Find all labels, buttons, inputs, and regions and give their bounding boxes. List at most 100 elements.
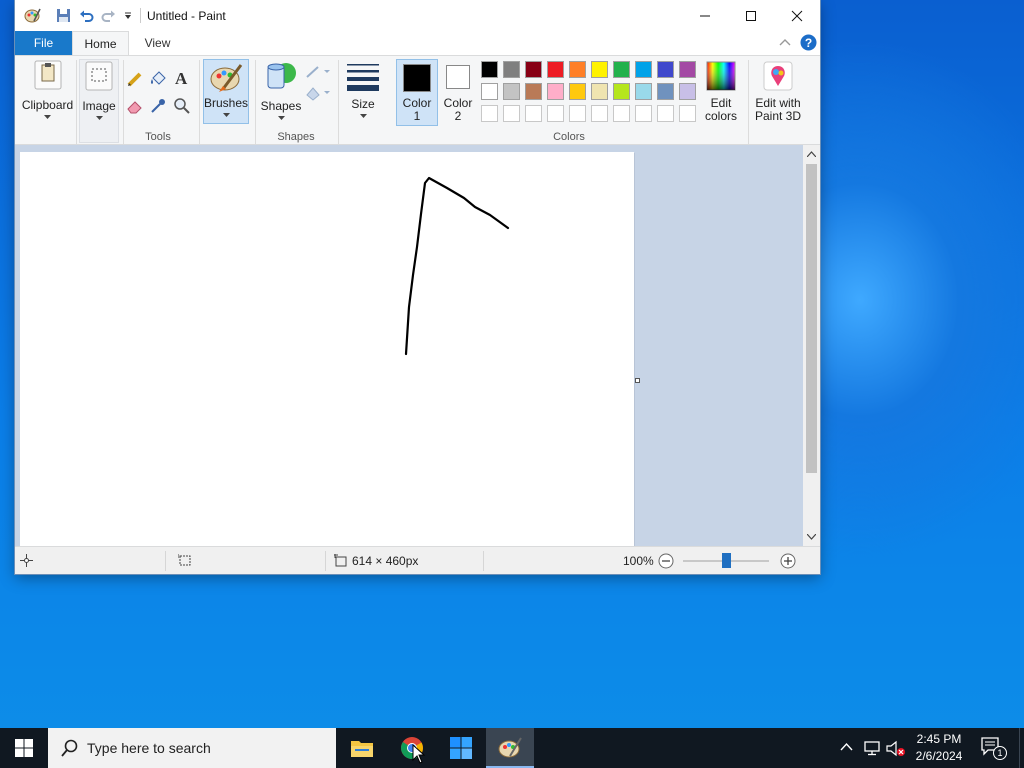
chevron-down-icon: [95, 116, 103, 120]
zoom-out-icon[interactable]: [658, 553, 674, 569]
custom-color-slot[interactable]: [657, 105, 674, 122]
palette-swatch[interactable]: [591, 83, 608, 100]
custom-color-slot[interactable]: [481, 105, 498, 122]
start-button[interactable]: [0, 728, 48, 768]
minimize-button[interactable]: [682, 0, 728, 31]
minimize-ribbon-icon[interactable]: [779, 36, 791, 50]
paint-app-icon[interactable]: [24, 7, 41, 24]
notification-count-badge: 1: [993, 746, 1007, 760]
size-button[interactable]: Size: [343, 62, 383, 119]
custom-color-slot[interactable]: [591, 105, 608, 122]
color2-button[interactable]: Color 2: [440, 63, 476, 123]
palette-swatch[interactable]: [503, 83, 520, 100]
clock-date[interactable]: 2/6/2024: [908, 749, 970, 763]
shapes-label: Shapes: [260, 99, 302, 113]
palette-swatch[interactable]: [569, 61, 586, 78]
custom-color-slot[interactable]: [635, 105, 652, 122]
palette-swatch[interactable]: [679, 83, 696, 100]
palette-swatch[interactable]: [503, 61, 520, 78]
palette-swatch[interactable]: [591, 61, 608, 78]
tab-file[interactable]: File: [15, 31, 72, 55]
magnifier-icon[interactable]: [173, 97, 191, 118]
scroll-up-icon[interactable]: [807, 151, 816, 157]
fill-bucket-icon[interactable]: [149, 70, 167, 91]
palette-swatch[interactable]: [657, 83, 674, 100]
custom-color-slot[interactable]: [613, 105, 630, 122]
zoom-in-icon[interactable]: [780, 553, 796, 569]
maximize-button[interactable]: [728, 0, 774, 31]
canvas-size-icon: [334, 554, 347, 567]
show-desktop-button[interactable]: [1019, 728, 1024, 768]
brushes-button[interactable]: Brushes: [203, 59, 249, 124]
custom-color-slot[interactable]: [503, 105, 520, 122]
edit-colors-button[interactable]: Edit colors: [701, 61, 741, 123]
network-icon[interactable]: [863, 740, 881, 756]
outline-icon[interactable]: [304, 64, 330, 83]
palette-swatch[interactable]: [635, 61, 652, 78]
edit-paint3d-label-2: Paint 3D: [754, 109, 802, 123]
zoom-slider-thumb[interactable]: [721, 553, 731, 568]
zoom-level: 100%: [623, 554, 654, 568]
image-button[interactable]: Image: [79, 59, 119, 143]
text-tool-icon[interactable]: A: [173, 69, 191, 90]
palette-swatch[interactable]: [525, 83, 542, 100]
volume-muted-icon[interactable]: [886, 740, 906, 757]
cursor-position-icon: [20, 554, 33, 567]
brush-icon: [210, 64, 243, 92]
custom-color-slot[interactable]: [525, 105, 542, 122]
taskbar-app-store[interactable]: [437, 728, 485, 768]
palette-swatch[interactable]: [547, 61, 564, 78]
color-picker-icon[interactable]: [149, 97, 167, 118]
taskbar-paint[interactable]: [486, 728, 534, 768]
customize-qat-icon[interactable]: [119, 7, 136, 24]
shapes-button[interactable]: Shapes: [259, 60, 303, 121]
color1-button[interactable]: Color 1: [396, 59, 438, 126]
scrollbar-thumb[interactable]: [806, 164, 817, 473]
taskbar-file-explorer[interactable]: [338, 728, 386, 768]
custom-color-slot[interactable]: [547, 105, 564, 122]
group-separator: [748, 60, 749, 144]
resize-handle[interactable]: [635, 378, 640, 383]
palette-swatch[interactable]: [613, 61, 630, 78]
fill-icon[interactable]: [304, 85, 330, 104]
palette-swatch[interactable]: [547, 83, 564, 100]
scroll-down-icon[interactable]: [807, 534, 816, 540]
palette-swatch[interactable]: [481, 61, 498, 78]
clipboard-button[interactable]: Clipboard: [21, 59, 74, 120]
size-icon: [347, 64, 379, 91]
chevron-down-icon: [359, 114, 367, 118]
custom-color-slot[interactable]: [569, 105, 586, 122]
eraser-icon[interactable]: [126, 97, 144, 118]
palette-swatch[interactable]: [481, 83, 498, 100]
brushes-label: Brushes: [203, 96, 249, 110]
group-separator: [199, 60, 200, 144]
drawing-canvas[interactable]: [20, 152, 634, 546]
image-label: Image: [82, 99, 116, 113]
palette-swatch[interactable]: [525, 61, 542, 78]
tab-view[interactable]: View: [129, 31, 186, 55]
title-bar[interactable]: Untitled - Paint: [15, 0, 820, 31]
taskbar-search-box[interactable]: Type here to search: [48, 728, 336, 768]
notification-center-button[interactable]: 1: [980, 736, 1007, 760]
custom-color-slot[interactable]: [679, 105, 696, 122]
shapes-group-label: Shapes: [277, 131, 315, 143]
help-icon[interactable]: ?: [800, 34, 817, 54]
save-icon[interactable]: [55, 7, 72, 24]
palette-swatch[interactable]: [635, 83, 652, 100]
redo-icon[interactable]: [100, 7, 117, 24]
vertical-scrollbar[interactable]: [803, 145, 820, 546]
palette-swatch[interactable]: [569, 83, 586, 100]
close-button[interactable]: [774, 0, 820, 31]
pencil-icon[interactable]: [126, 70, 144, 91]
palette-swatch[interactable]: [613, 83, 630, 100]
tab-home[interactable]: Home: [72, 31, 129, 55]
clock-time[interactable]: 2:45 PM: [908, 732, 970, 746]
edit-with-paint3d-button[interactable]: Edit with Paint 3D: [751, 61, 805, 123]
undo-icon[interactable]: [78, 7, 95, 24]
palette-swatch[interactable]: [657, 61, 674, 78]
palette-swatch[interactable]: [679, 61, 696, 78]
color1-number: 1: [413, 109, 421, 123]
shapes-icon: [267, 63, 296, 89]
status-divider: [165, 551, 166, 571]
show-hidden-icons-icon[interactable]: [840, 742, 853, 752]
